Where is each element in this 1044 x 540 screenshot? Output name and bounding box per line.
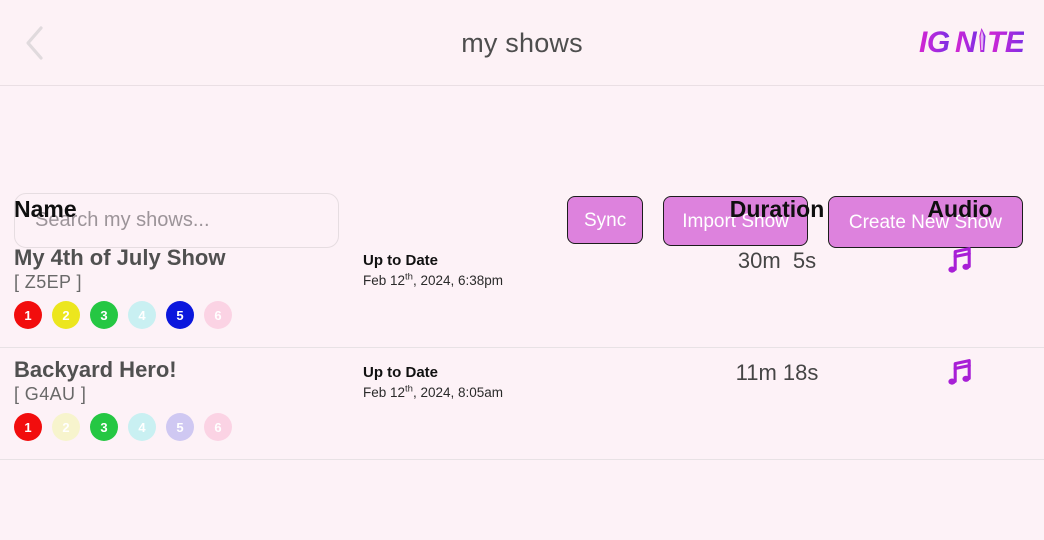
show-chip-3[interactable]: 3 xyxy=(90,413,118,442)
show-audio-button[interactable] xyxy=(912,246,1008,276)
shows-list: My 4th of July Show [ Z5EP ] 123456 Up t… xyxy=(0,236,1044,460)
show-chip-5[interactable]: 5 xyxy=(166,301,194,330)
show-chip-2[interactable]: 2 xyxy=(52,413,80,442)
ignite-logo-icon: IG N TE xyxy=(919,26,1024,59)
show-chip-6[interactable]: 6 xyxy=(204,413,232,442)
music-note-icon xyxy=(948,359,971,385)
show-title: My 4th of July Show xyxy=(14,245,226,270)
svg-text:IG: IG xyxy=(919,26,950,59)
music-note-icon xyxy=(948,247,971,273)
show-duration: 11m 18s xyxy=(735,360,819,385)
show-code: [ Z5EP ] xyxy=(14,272,82,293)
show-audio-button[interactable] xyxy=(912,358,1008,388)
ignite-logo: IG N TE xyxy=(919,22,1024,64)
show-chip-1[interactable]: 1 xyxy=(14,301,42,330)
show-chip-list: 123456 xyxy=(14,301,344,330)
status-timestamp: Feb 12th, 2024, 8:05am xyxy=(363,383,504,400)
chevron-left-icon xyxy=(26,25,43,60)
show-status-cell: Up to Date Feb 12th, 2024, 8:05am xyxy=(363,364,563,400)
svg-text:TE: TE xyxy=(987,26,1024,59)
status-badge: Up to Date xyxy=(363,364,438,381)
show-chip-1[interactable]: 1 xyxy=(14,413,42,442)
svg-text:N: N xyxy=(955,26,978,59)
status-badge: Up to Date xyxy=(363,252,438,269)
my-shows-screen: my shows IG N TE Search my shows... Sync… xyxy=(0,0,1044,540)
show-chip-2[interactable]: 2 xyxy=(52,301,80,330)
show-status-cell: Up to Date Feb 12th, 2024, 6:38pm xyxy=(363,252,563,288)
table-row[interactable]: Backyard Hero! [ G4AU ] 123456 Up to Dat… xyxy=(0,348,1044,460)
status-timestamp: Feb 12th, 2024, 6:38pm xyxy=(363,271,504,288)
show-chip-5[interactable]: 5 xyxy=(166,413,194,442)
column-header-name: Name xyxy=(14,195,77,222)
show-name-cell: Backyard Hero! [ G4AU ] 123456 xyxy=(14,357,344,442)
toolbar: Sync Import Show Create New Show xyxy=(0,86,1044,248)
show-chip-6[interactable]: 6 xyxy=(204,301,232,330)
show-duration: 30m 5s xyxy=(737,248,817,273)
table-row[interactable]: My 4th of July Show [ Z5EP ] 123456 Up t… xyxy=(0,236,1044,348)
show-chip-4[interactable]: 4 xyxy=(128,301,156,330)
show-chip-4[interactable]: 4 xyxy=(128,413,156,442)
back-button[interactable] xyxy=(0,0,70,86)
app-header: my shows IG N TE xyxy=(0,0,1044,86)
shows-table: Name Duration Audio My 4th of July Show … xyxy=(0,182,1044,540)
show-chip-list: 123456 xyxy=(14,413,344,442)
page-title: my shows xyxy=(461,28,583,58)
show-name-cell: My 4th of July Show [ Z5EP ] 123456 xyxy=(14,245,344,330)
show-title: Backyard Hero! xyxy=(14,357,177,382)
show-chip-3[interactable]: 3 xyxy=(90,301,118,330)
column-header-audio: Audio xyxy=(927,195,993,222)
table-header-row: Name Duration Audio xyxy=(0,182,1044,236)
show-code: [ G4AU ] xyxy=(14,384,87,405)
column-header-duration: Duration xyxy=(729,195,825,222)
